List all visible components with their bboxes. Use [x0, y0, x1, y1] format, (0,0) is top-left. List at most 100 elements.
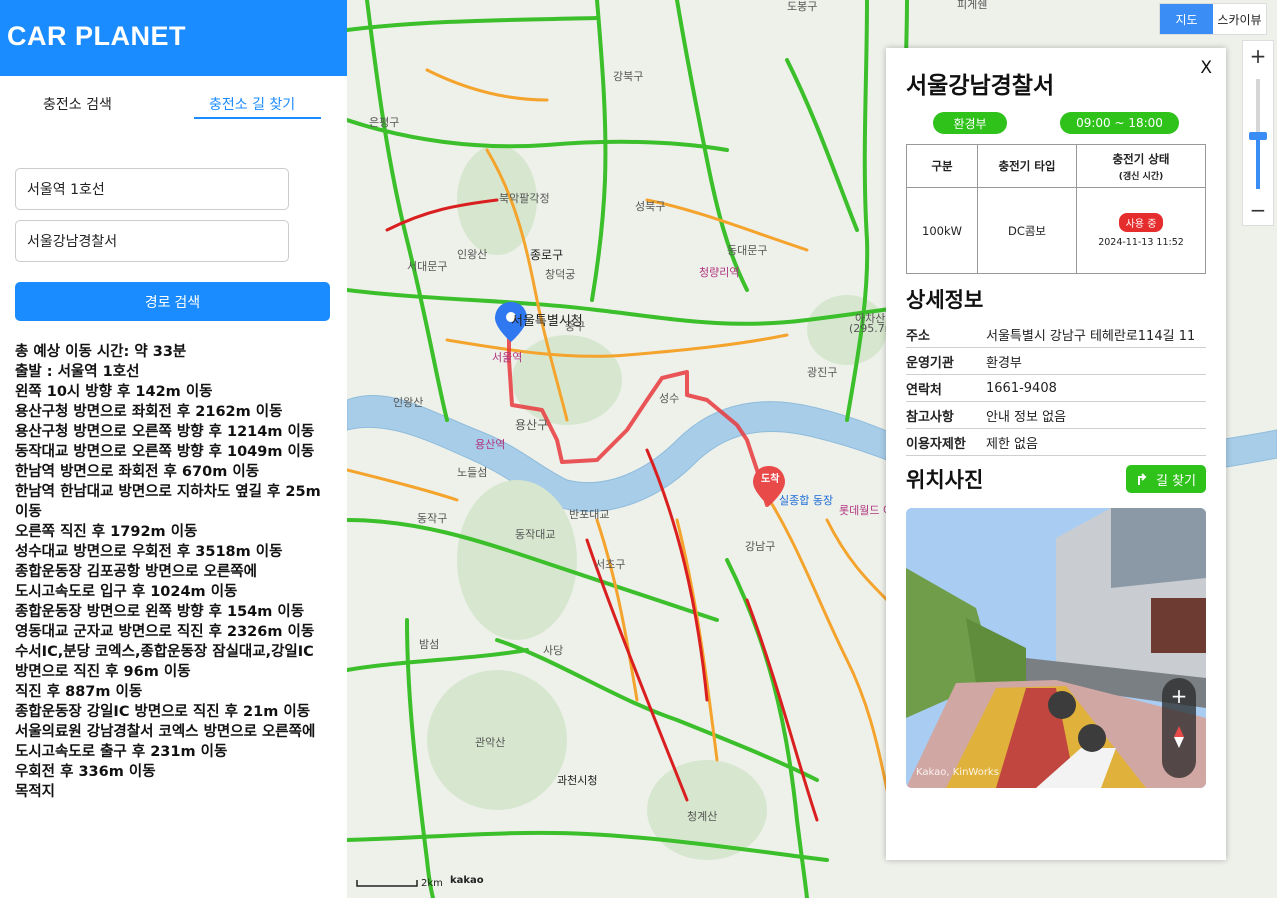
- detail-key: 운영기관: [906, 355, 954, 371]
- map-label: 성수: [659, 392, 680, 405]
- map-label: 창덕궁: [545, 268, 576, 281]
- charger-table: 구분 충전기 타입 충전기 상태 (갱신 시간) 100kW DC콤보 사용 중…: [906, 144, 1206, 274]
- park-area: [457, 480, 577, 640]
- zoom-level-fill: [1256, 136, 1260, 189]
- navigate-label: 길 찾기: [1155, 473, 1196, 489]
- origin-input[interactable]: 서울역 1호선: [15, 168, 289, 210]
- map-label: 관악산: [475, 736, 506, 749]
- photo-section-title: 위치사진: [906, 468, 984, 492]
- direction-step: 수서IC,분당 코엑스,종합운동장 잠실대교,강일IC 방면으로 직진 후 96…: [15, 644, 314, 680]
- map-label: 광진구: [807, 366, 838, 379]
- map-label: 청량리역: [699, 266, 740, 279]
- direction-step: 왼쪽 10시 방향 후 142m 이동: [15, 384, 213, 400]
- direction-step: 용산구청 방면으로 오른쪽 방향 후 1214m 이동: [15, 424, 315, 440]
- route-search-button[interactable]: 경로 검색: [15, 282, 330, 321]
- detail-key: 참고사항: [906, 409, 954, 425]
- detail-value: 환경부: [986, 355, 1022, 371]
- direction-step: 한남역 한남대교 방면으로 지하차도 옆길 후 25m 이동: [15, 484, 321, 520]
- tab-charger-route[interactable]: 충전소 길 찾기: [209, 94, 295, 114]
- detail-row-address: 주소 서울특별시 강남구 테헤란로114길 11: [906, 321, 1206, 348]
- map-label: 용산구: [515, 418, 549, 432]
- detail-row-restriction: 이용자제한 제한 없음: [906, 429, 1206, 456]
- map-label: 서대문구: [407, 260, 448, 273]
- detail-key: 연락처: [906, 382, 942, 398]
- scale-line: [356, 880, 418, 887]
- map-label: 서울역: [492, 351, 523, 364]
- scale-label: 2km: [421, 878, 443, 889]
- direction-step: 영동대교 군자교 방면으로 직진 후 2326m 이동: [15, 624, 315, 640]
- map-label: 인왕산: [393, 396, 424, 409]
- map-label: 인왕산: [457, 248, 488, 261]
- direction-step: 목적지: [15, 784, 56, 800]
- roadview-zoom-in[interactable]: +: [1162, 684, 1196, 708]
- map-label: 북악팔각정: [499, 192, 550, 205]
- destination-marker-label: 도착: [761, 474, 780, 485]
- zoom-in-button[interactable]: +: [1243, 41, 1273, 71]
- turn-arrow-icon: [1137, 473, 1147, 485]
- map-label: 청계산: [687, 810, 718, 823]
- direction-step: 서울의료원 강남경찰서 코엑스 방면으로 오른쪽에 도시고속도로 출구 후 23…: [15, 724, 316, 760]
- total-time: 총 예상 이동 시간: 약 33분: [15, 344, 187, 360]
- map-label: 동작구: [417, 512, 448, 525]
- direction-step: 직진 후 887m 이동: [15, 684, 143, 700]
- map-label: 중구: [565, 320, 586, 333]
- map-label: 강북구: [613, 70, 644, 83]
- map-label: 서초구: [595, 558, 626, 571]
- direction-step: 우회전 후 336m 이동: [15, 764, 156, 780]
- navigate-button[interactable]: 길 찾기: [1126, 465, 1206, 493]
- detail-key: 이용자제한: [906, 436, 966, 452]
- app-root: CAR PLANET 충전소 검색 충전소 길 찾기 서울역 1호선 서울강남경…: [0, 0, 1277, 898]
- map-type-skyview[interactable]: 스카이뷰: [1213, 4, 1266, 34]
- charger-capacity: 100kW: [906, 187, 978, 274]
- roadview-image: [906, 508, 1206, 788]
- detail-list: 주소 서울특별시 강남구 테헤란로114길 11 운영기관 환경부 연락처 1661-…: [906, 321, 1206, 456]
- direction-step: 한남역 방면으로 좌회전 후 670m 이동: [15, 464, 260, 480]
- direction-step: 종합운동장 김포공항 방면으로 오른쪽에 도시고속도로 입구 후 1024m 이…: [15, 564, 257, 600]
- table-row: 100kW DC콤보 사용 중 2024-11-13 11:52: [906, 187, 1206, 274]
- map-label: 피게쉔: [957, 0, 988, 11]
- close-button[interactable]: X: [1200, 58, 1212, 78]
- map-label: 반포대교: [569, 508, 610, 521]
- zoom-slider-handle[interactable]: [1249, 132, 1267, 140]
- table-header-status: 충전기 상태 (갱신 시간): [1076, 144, 1206, 188]
- roadview-controls: +: [1162, 678, 1196, 778]
- active-tab-indicator: [194, 117, 321, 119]
- provider-logo: kakao: [450, 875, 484, 886]
- direction-step: 종합운동장 강일IC 방면으로 직진 후 21m 이동: [15, 704, 311, 720]
- detail-value: 1661-9408: [986, 380, 1057, 396]
- destination-input[interactable]: 서울강남경찰서: [15, 220, 289, 262]
- table-header: 구분: [906, 144, 978, 188]
- status-badge: 사용 중: [1118, 213, 1164, 232]
- map-label: 종로구: [530, 248, 564, 262]
- station-title: 서울강남경찰서: [906, 73, 1055, 99]
- zoom-control: + −: [1242, 40, 1274, 226]
- detail-value: 서울특별시 강남구 테헤란로114길 11: [986, 328, 1196, 344]
- detail-row-notes: 참고사항 안내 정보 없음: [906, 402, 1206, 429]
- detail-section-title: 상세정보: [906, 288, 984, 312]
- map-label: 용산역: [475, 438, 506, 451]
- map-label: 실종합 동장: [779, 494, 834, 507]
- map-label: 밤섬: [419, 638, 440, 651]
- table-header: 충전기 타입: [977, 144, 1077, 188]
- direction-step: 성수대교 방면으로 우회전 후 3518m 이동: [15, 544, 283, 560]
- zoom-out-button[interactable]: −: [1243, 195, 1273, 225]
- charger-status-cell: 사용 중 2024-11-13 11:52: [1076, 187, 1206, 274]
- map-label: 강남구: [745, 540, 776, 553]
- map-label: 성북구: [635, 200, 666, 213]
- station-info-panel: X 서울강남경찰서 환경부 09:00 ~ 18:00 구분 충전기 타입 충전…: [886, 48, 1226, 860]
- compass-icon[interactable]: [1174, 726, 1184, 748]
- operator-badge: 환경부: [933, 112, 1007, 134]
- map-label: 동대문구: [727, 244, 768, 257]
- roadview-photo[interactable]: + Kakao, KinWorks: [906, 508, 1206, 788]
- map-type-roadmap[interactable]: 지도: [1160, 4, 1213, 34]
- tab-bar: 충전소 검색 충전소 길 찾기: [0, 76, 347, 126]
- map-type-toggle: 지도 스카이뷰: [1159, 3, 1267, 35]
- map-label: 사당: [543, 644, 564, 657]
- status-header-sub: (갱신 시간): [1118, 171, 1164, 182]
- detail-value: 제한 없음: [986, 436, 1038, 452]
- status-header-label: 충전기 상태: [1112, 151, 1170, 166]
- sidebar: CAR PLANET 충전소 검색 충전소 길 찾기 서울역 1호선 서울강남경…: [0, 0, 347, 898]
- direction-step: 오른쪽 직진 후 1792m 이동: [15, 524, 198, 540]
- tab-charger-search[interactable]: 충전소 검색: [43, 94, 112, 114]
- map-label: 노들섬: [457, 466, 488, 479]
